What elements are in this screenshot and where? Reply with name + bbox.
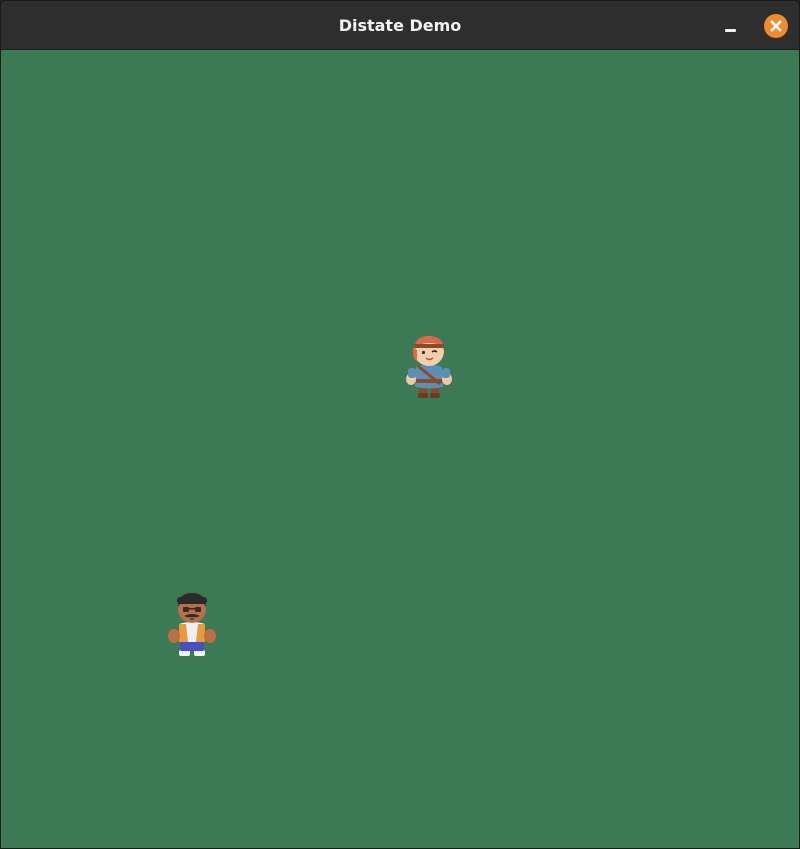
minimize-button[interactable] — [717, 14, 743, 38]
close-button[interactable] — [764, 14, 788, 38]
mustached-character-sprite — [168, 593, 216, 656]
npc-character[interactable] — [168, 592, 216, 658]
minimize-icon — [725, 29, 736, 32]
player-character[interactable] — [404, 334, 454, 400]
game-canvas[interactable] — [1, 50, 799, 848]
red-haired-character-sprite — [406, 336, 452, 398]
title-bar[interactable]: Distate Demo — [1, 1, 799, 50]
window-title: Distate Demo — [338, 16, 462, 35]
close-icon — [764, 14, 788, 38]
app-window: Distate Demo — [0, 0, 800, 849]
